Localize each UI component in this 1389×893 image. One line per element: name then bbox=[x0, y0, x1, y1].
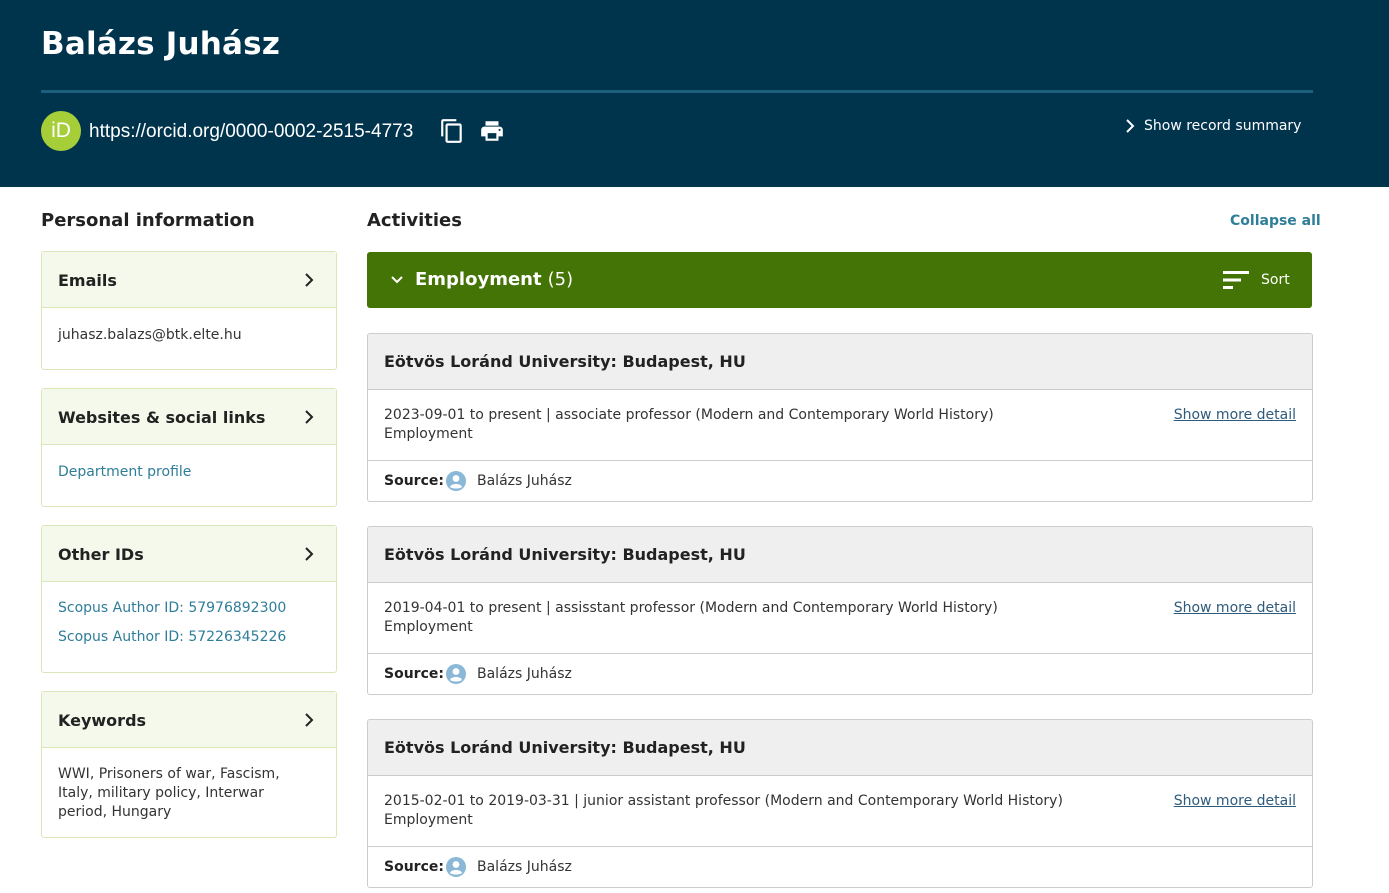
keywords-card-title: Keywords bbox=[58, 711, 147, 730]
personal-information-title: Personal information bbox=[41, 210, 255, 231]
keywords-card: Keywords WWI, Prisoners of war, Fascism,… bbox=[41, 691, 337, 838]
user-avatar-icon bbox=[446, 664, 466, 684]
employment-organization: Eötvös Loránd University: Budapest, HU bbox=[384, 545, 746, 564]
collapse-all-button[interactable]: Collapse all bbox=[1230, 213, 1321, 229]
keywords-card-header[interactable]: Keywords bbox=[42, 692, 336, 748]
emails-card: Emails juhasz.balazs@btk.elte.hu bbox=[41, 251, 337, 370]
employment-dates-role: 2023-09-01 to present | associate profes… bbox=[384, 407, 994, 423]
chevron-right-icon bbox=[305, 273, 314, 287]
orcid-url[interactable]: https://orcid.org/0000-0002-2515-4773 bbox=[89, 121, 413, 143]
employment-dates-role: 2019-04-01 to present | assisstant profe… bbox=[384, 600, 998, 616]
employment-title[interactable]: Employment (5) bbox=[415, 269, 573, 290]
chevron-right-icon bbox=[305, 713, 314, 727]
show-record-summary-button[interactable]: Show record summary bbox=[1124, 118, 1301, 134]
emails-card-header[interactable]: Emails bbox=[42, 252, 336, 308]
other-ids-card-title: Other IDs bbox=[58, 545, 144, 564]
department-profile-link[interactable]: Department profile bbox=[58, 463, 320, 482]
websites-card-title: Websites & social links bbox=[58, 408, 266, 427]
employment-organization: Eötvös Loránd University: Budapest, HU bbox=[384, 738, 746, 757]
emails-card-title: Emails bbox=[58, 271, 117, 290]
header-divider bbox=[41, 90, 1313, 93]
websites-card-header[interactable]: Websites & social links bbox=[42, 389, 336, 445]
record-header: Balázs Juhász iD https://orcid.org/0000-… bbox=[0, 0, 1389, 187]
email-value: juhasz.balazs@btk.elte.hu bbox=[58, 327, 242, 343]
user-avatar-icon bbox=[446, 857, 466, 877]
employment-organization: Eötvös Loránd University: Budapest, HU bbox=[384, 352, 746, 371]
print-icon[interactable] bbox=[479, 118, 505, 144]
websites-card: Websites & social links Department profi… bbox=[41, 388, 337, 507]
scopus-id-link[interactable]: Scopus Author ID: 57226345226 bbox=[58, 628, 320, 647]
sort-label: Sort bbox=[1261, 272, 1290, 288]
sort-icon bbox=[1223, 271, 1249, 289]
chevron-right-icon bbox=[1126, 119, 1135, 133]
employment-type: Employment bbox=[384, 426, 473, 442]
chevron-right-icon bbox=[305, 410, 314, 424]
keywords-text: WWI, Prisoners of war, Fascism, Italy, m… bbox=[58, 766, 280, 820]
employment-dates-role: 2015-02-01 to 2019-03-31 | junior assist… bbox=[384, 793, 1063, 809]
show-record-summary-label: Show record summary bbox=[1144, 118, 1302, 134]
employment-type: Employment bbox=[384, 619, 473, 635]
source-label: Source: bbox=[384, 666, 444, 682]
orcid-id-icon: iD bbox=[41, 111, 81, 151]
employment-title-label: Employment bbox=[415, 269, 542, 290]
source-name: Balázs Juhász bbox=[477, 859, 572, 875]
employment-item: Eötvös Loránd University: Budapest, HU 2… bbox=[367, 526, 1313, 695]
source-name: Balázs Juhász bbox=[477, 666, 572, 682]
chevron-right-icon bbox=[305, 547, 314, 561]
show-more-detail-link[interactable]: Show more detail bbox=[1174, 600, 1296, 616]
source-label: Source: bbox=[384, 473, 444, 489]
other-ids-card-header[interactable]: Other IDs bbox=[42, 526, 336, 582]
employment-count: (5) bbox=[547, 269, 574, 290]
employment-type: Employment bbox=[384, 812, 473, 828]
copy-icon[interactable] bbox=[439, 118, 465, 144]
other-ids-card: Other IDs Scopus Author ID: 57976892300 … bbox=[41, 525, 337, 673]
employment-item: Eötvös Loránd University: Budapest, HU 2… bbox=[367, 719, 1313, 888]
employment-section-header: Employment (5) Sort bbox=[367, 252, 1312, 308]
researcher-name: Balázs Juhász bbox=[41, 26, 281, 62]
scopus-id-link[interactable]: Scopus Author ID: 57976892300 bbox=[58, 599, 320, 618]
show-more-detail-link[interactable]: Show more detail bbox=[1174, 407, 1296, 423]
source-name: Balázs Juhász bbox=[477, 473, 572, 489]
source-label: Source: bbox=[384, 859, 444, 875]
employment-item: Eötvös Loránd University: Budapest, HU 2… bbox=[367, 333, 1313, 502]
sort-button[interactable]: Sort bbox=[1223, 270, 1290, 290]
show-more-detail-link[interactable]: Show more detail bbox=[1174, 793, 1296, 809]
user-avatar-icon bbox=[446, 471, 466, 491]
activities-title: Activities bbox=[367, 210, 462, 231]
orcid-logo-text: iD bbox=[51, 119, 71, 142]
chevron-down-icon[interactable] bbox=[389, 273, 405, 287]
